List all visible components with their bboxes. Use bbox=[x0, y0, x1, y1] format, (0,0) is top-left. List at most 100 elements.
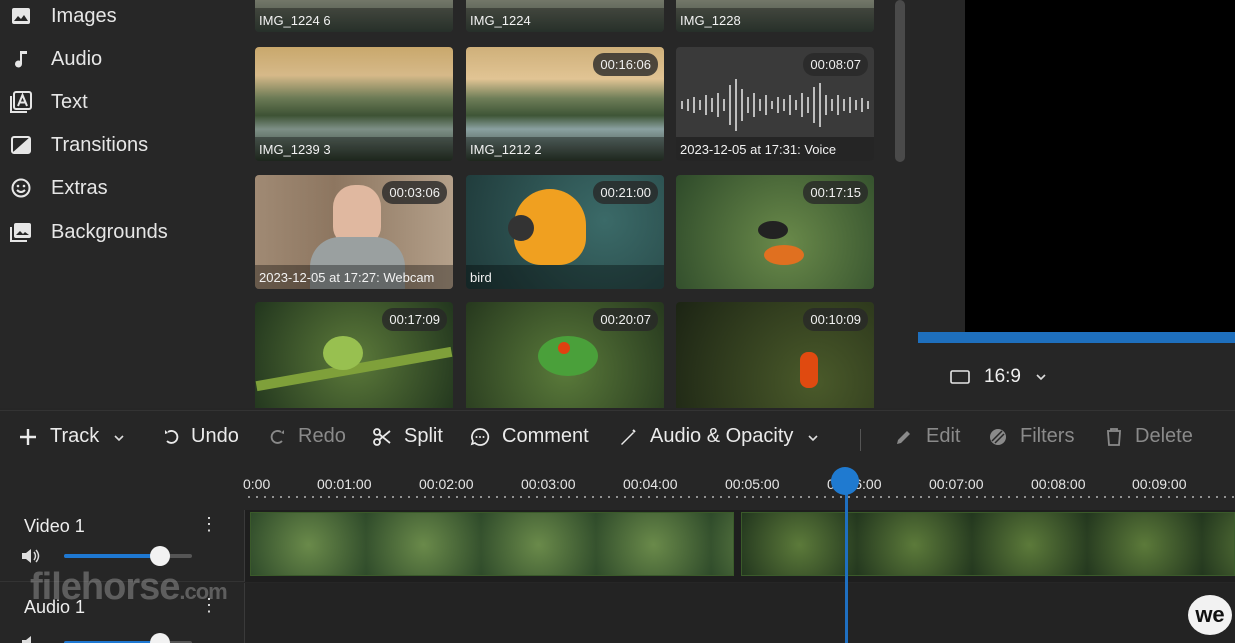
transitions-icon bbox=[8, 132, 34, 158]
delete-label: Delete bbox=[1135, 425, 1193, 447]
preview-panel: 16:9 bbox=[918, 0, 1235, 408]
scissors-icon bbox=[372, 427, 392, 447]
redo-icon bbox=[270, 428, 286, 446]
media-thumbnail[interactable]: 00:21:00 bird bbox=[466, 175, 664, 289]
ruler-tick: 00:07:00 bbox=[929, 476, 984, 492]
media-thumbnail[interactable]: IMG_1224 bbox=[466, 0, 664, 32]
undo-button[interactable]: Undo bbox=[163, 425, 239, 448]
duration-badge: 00:08:07 bbox=[803, 53, 868, 76]
media-thumbnail[interactable]: IMG_1224 6 bbox=[255, 0, 453, 32]
media-thumbnail[interactable]: 00:20:07 bbox=[466, 302, 664, 408]
volume-knob[interactable] bbox=[150, 633, 170, 643]
duration-badge: 00:21:00 bbox=[593, 181, 658, 204]
ruler-tick: 00:08:00 bbox=[1031, 476, 1086, 492]
media-name: IMG_1239 3 bbox=[255, 137, 453, 161]
volume-knob[interactable] bbox=[150, 546, 170, 566]
media-thumbnail[interactable]: 00:08:07 2023-12-05 at 17:31: Voice bbox=[676, 47, 874, 161]
duration-badge: 00:17:15 bbox=[803, 181, 868, 204]
preview-progress-bar[interactable] bbox=[918, 332, 1235, 343]
edit-button[interactable]: Edit bbox=[894, 425, 960, 448]
media-thumbnail[interactable]: 00:16:06 IMG_1212 2 bbox=[466, 47, 664, 161]
timeline-ruler[interactable]: 0:00 00:01:00 00:02:00 00:03:00 00:04:00… bbox=[243, 466, 1235, 510]
watermark: filehorse.com bbox=[30, 566, 228, 608]
split-button[interactable]: Split bbox=[372, 425, 443, 448]
plus-icon bbox=[18, 427, 38, 447]
media-name: IMG_1228 bbox=[676, 8, 874, 32]
sidebar-item-audio[interactable]: Audio bbox=[8, 41, 102, 77]
ruler-tick: 00:02:00 bbox=[419, 476, 474, 492]
chevron-down-icon bbox=[807, 425, 819, 448]
preview-screen[interactable] bbox=[965, 0, 1235, 332]
media-library: IMG_1224 6 IMG_1224 IMG_1228 IMG_1239 3 … bbox=[245, 0, 910, 408]
track-lane-audio-1 bbox=[245, 583, 1235, 643]
smiley-icon bbox=[8, 175, 34, 201]
comment-button[interactable]: Comment bbox=[470, 425, 589, 448]
duration-badge: 00:03:06 bbox=[382, 181, 447, 204]
sidebar-item-label: Audio bbox=[51, 47, 103, 70]
text-icon bbox=[8, 89, 34, 115]
duration-badge: 00:20:07 bbox=[593, 308, 658, 331]
ruler-dots bbox=[245, 496, 1235, 498]
sidebar-item-backgrounds[interactable]: Backgrounds bbox=[8, 214, 168, 250]
media-thumbnail[interactable]: 00:03:06 2023-12-05 at 17:27: Webcam bbox=[255, 175, 453, 289]
clip-frame bbox=[742, 513, 857, 575]
chevron-down-icon bbox=[1036, 374, 1046, 381]
timeline-clip-frog[interactable] bbox=[741, 512, 1235, 576]
clip-frame bbox=[366, 513, 481, 575]
media-thumbnail[interactable]: 00:17:15 bbox=[676, 175, 874, 289]
aspect-ratio-icon bbox=[950, 370, 970, 384]
media-scrollbar[interactable] bbox=[895, 0, 905, 162]
media-thumbnail[interactable]: 00:17:09 bbox=[255, 302, 453, 408]
timeline-toolbar: Track Undo Redo Split Comment Audio & Op… bbox=[0, 410, 1235, 466]
playhead-line bbox=[845, 480, 848, 643]
timeline-clip-butterfly[interactable] bbox=[250, 512, 734, 576]
ruler-tick: 00:09:00 bbox=[1132, 476, 1187, 492]
sidebar-item-extras[interactable]: Extras bbox=[8, 170, 108, 206]
playhead-handle[interactable] bbox=[831, 467, 859, 495]
media-thumbnail[interactable]: 00:10:09 bbox=[676, 302, 874, 408]
add-track-button[interactable]: Track bbox=[18, 425, 125, 448]
volume-slider[interactable] bbox=[64, 546, 192, 566]
sidebar-item-transitions[interactable]: Transitions bbox=[8, 127, 148, 163]
frog-eye bbox=[558, 342, 570, 354]
sidebar-item-label: Transitions bbox=[51, 133, 149, 156]
delete-button[interactable]: Delete bbox=[1105, 425, 1193, 448]
media-name: 2023-12-05 at 17:27: Webcam bbox=[255, 265, 453, 289]
sidebar-item-label: Images bbox=[51, 4, 117, 27]
edit-label: Edit bbox=[926, 425, 961, 447]
clip-frame bbox=[857, 513, 972, 575]
redo-button[interactable]: Redo bbox=[270, 425, 346, 448]
filters-icon bbox=[988, 427, 1008, 447]
media-thumbnail[interactable]: IMG_1239 3 bbox=[255, 47, 453, 161]
flower-shape bbox=[764, 245, 804, 265]
sidebar-item-images[interactable]: Images bbox=[8, 0, 117, 34]
chevron-down-icon bbox=[113, 425, 125, 448]
clip-frame bbox=[1202, 513, 1234, 575]
kebab-menu-icon[interactable]: ⋮ bbox=[200, 514, 218, 535]
duration-badge: 00:17:09 bbox=[382, 308, 447, 331]
ruler-tick: 00:04:00 bbox=[623, 476, 678, 492]
media-name: IMG_1212 2 bbox=[466, 137, 664, 161]
pen-icon bbox=[618, 427, 638, 447]
pencil-icon bbox=[894, 427, 914, 447]
clip-frame bbox=[1087, 513, 1202, 575]
aspect-ratio-selector[interactable]: 16:9 bbox=[950, 366, 1047, 388]
sidebar-item-text[interactable]: Text bbox=[8, 84, 88, 120]
duration-badge: 00:16:06 bbox=[593, 53, 658, 76]
filters-button[interactable]: Filters bbox=[988, 425, 1074, 448]
frog-shape bbox=[800, 352, 818, 388]
ruler-tick: 0:00 bbox=[243, 476, 271, 492]
waveform-icon bbox=[681, 79, 869, 131]
media-name: bird bbox=[466, 265, 664, 289]
audio-opacity-button[interactable]: Audio & Opacity bbox=[618, 425, 819, 448]
toolbar-divider bbox=[860, 429, 861, 451]
media-thumbnail[interactable]: IMG_1228 bbox=[676, 0, 874, 32]
brand-badge[interactable]: we bbox=[1188, 595, 1232, 635]
media-name: 2023-12-05 at 17:31: Voice bbox=[676, 137, 874, 161]
sidebar-item-label: Extras bbox=[51, 176, 108, 199]
filters-label: Filters bbox=[1020, 425, 1075, 447]
speaker-icon bbox=[22, 636, 31, 643]
comment-label: Comment bbox=[502, 425, 589, 447]
image-icon bbox=[8, 3, 34, 29]
track-volume bbox=[20, 546, 192, 566]
